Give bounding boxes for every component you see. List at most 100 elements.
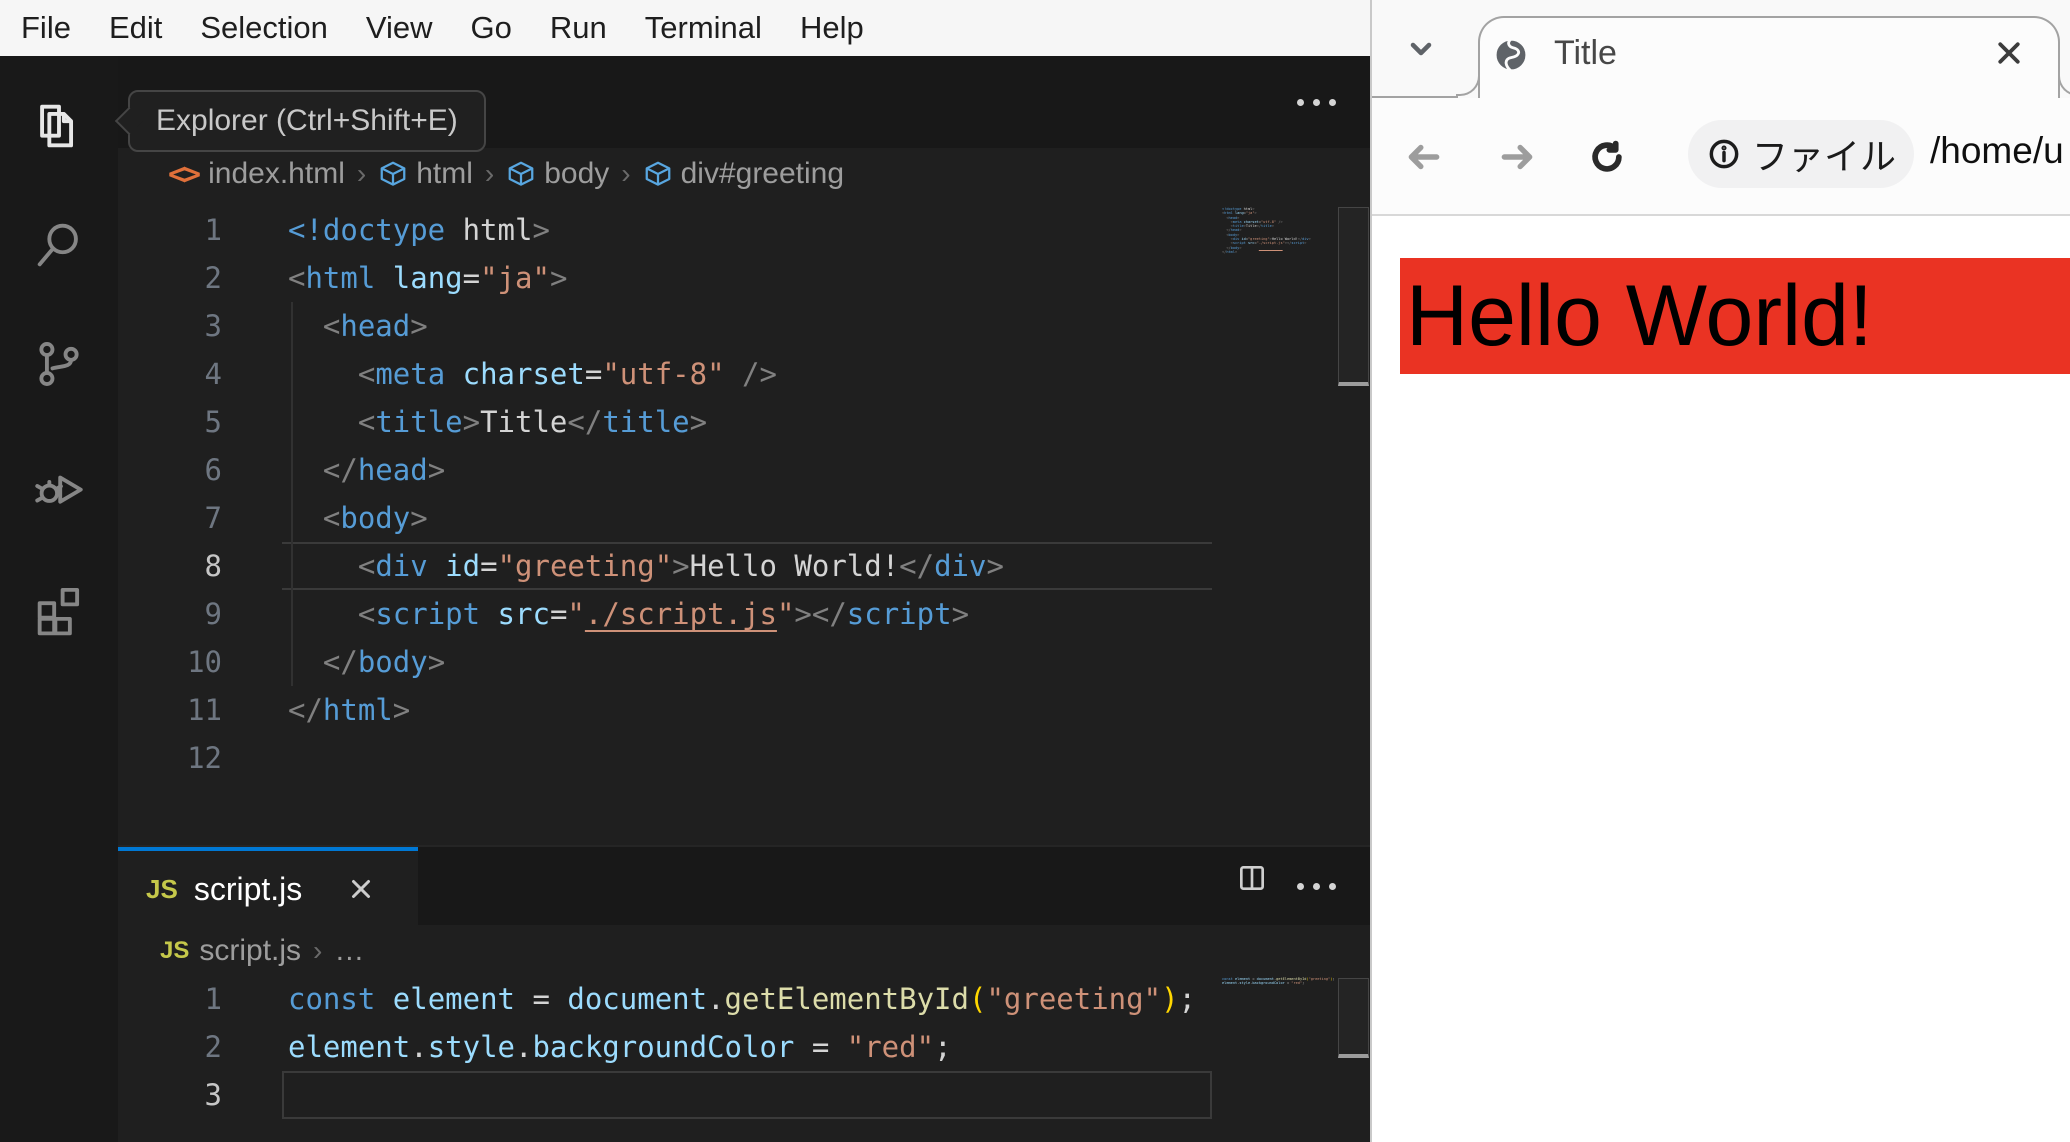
menu-go[interactable]: Go (452, 0, 531, 56)
code-line[interactable]: <div id="greeting">Hello World!</div> (288, 542, 1004, 590)
browser-window: Title ファイル /home/u Hello World! (1370, 0, 2070, 1142)
tab-curve (1456, 76, 1480, 96)
line-number[interactable]: 2 (118, 1023, 222, 1071)
line-number-gutter[interactable]: 1 2 3 4 5 6 7 8 9 10 11 12 (118, 206, 222, 782)
extensions-icon[interactable] (30, 579, 88, 637)
line-number[interactable]: 9 (118, 590, 222, 638)
code-line[interactable]: element.style.backgroundColor = "red"; (288, 1023, 1196, 1071)
breadcrumb-separator: › (356, 158, 367, 189)
run-and-debug-icon[interactable] (30, 457, 88, 515)
menu-help[interactable]: Help (781, 0, 883, 56)
line-number[interactable]: 12 (118, 734, 222, 782)
browser-tab-strip: Title (1372, 0, 2070, 98)
vscode-window: File Edit Selection View Go Run Terminal… (0, 0, 1370, 1142)
tab-label: script.js (193, 870, 303, 907)
reload-icon[interactable] (1588, 138, 1626, 176)
back-icon[interactable] (1405, 138, 1443, 176)
code-area[interactable]: const element = document.getElementById(… (288, 975, 1196, 1119)
breadcrumb-segment[interactable]: body (544, 157, 609, 191)
tab-close-icon[interactable] (346, 874, 376, 904)
js-file-icon: JS (160, 937, 190, 964)
line-number[interactable]: 2 (118, 254, 222, 302)
line-number[interactable]: 7 (118, 494, 222, 542)
line-number[interactable]: 1 (118, 206, 222, 254)
menu-file[interactable]: File (2, 0, 90, 56)
symbol-cube-icon (643, 159, 673, 189)
symbol-cube-icon (378, 159, 408, 189)
symbol-cube-icon (506, 159, 536, 189)
search-icon[interactable] (30, 216, 88, 274)
menu-view[interactable]: View (347, 0, 452, 56)
code-line[interactable]: <html lang="ja"> (288, 254, 1004, 302)
editor-js[interactable]: 123 const element = document.getElementB… (118, 975, 1370, 1142)
forward-icon[interactable] (1498, 138, 1536, 176)
line-number[interactable]: 8 (118, 542, 222, 590)
split-editor-icon[interactable] (1236, 862, 1268, 894)
breadcrumb-separator: › (621, 158, 631, 189)
line-number[interactable]: 1 (118, 975, 222, 1023)
scrollbar-slider[interactable] (1338, 978, 1369, 1058)
minimap-line[interactable] (1222, 254, 1338, 258)
breadcrumb-file[interactable]: script.js (199, 934, 301, 968)
line-number[interactable]: 3 (118, 1071, 222, 1119)
site-info-chip[interactable]: ファイル (1688, 120, 1914, 188)
menu-bar: File Edit Selection View Go Run Terminal… (0, 0, 1370, 56)
address-bar-url[interactable]: /home/u (1930, 130, 2064, 172)
code-line[interactable]: <meta charset="utf-8" /> (288, 350, 1004, 398)
js-file-icon: JS (146, 873, 178, 904)
breadcrumb-segment[interactable]: div#greeting (681, 157, 844, 191)
source-control-icon[interactable] (30, 335, 88, 393)
code-line[interactable]: const element = document.getElementById(… (288, 975, 1196, 1023)
breadcrumb-separator: › (313, 935, 323, 966)
minimap-line[interactable] (1222, 986, 1338, 990)
globe-icon (1492, 36, 1530, 74)
code-line[interactable]: <title>Title</title> (288, 398, 1004, 446)
code-line[interactable]: </head> (288, 446, 1004, 494)
browser-page: Hello World! (1372, 218, 2070, 1142)
code-line[interactable] (288, 734, 1004, 782)
tab-script-js[interactable]: JS script.js (118, 847, 418, 927)
browser-tab-title: Title (1554, 34, 1617, 72)
code-line[interactable] (288, 1071, 1196, 1119)
scrollbar-slider[interactable] (1338, 207, 1369, 386)
breadcrumb-more[interactable]: … (334, 934, 364, 968)
activity-bar (0, 56, 118, 1142)
breadcrumb-segment[interactable]: html (416, 157, 473, 191)
tab-search-chevron-icon[interactable] (1405, 33, 1437, 65)
line-number-gutter[interactable]: 123 (118, 975, 222, 1119)
minimap[interactable]: <!doctype html> <html lang="ja"> <head> <… (1222, 207, 1338, 259)
menu-selection[interactable]: Selection (181, 0, 347, 56)
line-number[interactable]: 5 (118, 398, 222, 446)
menu-terminal[interactable]: Terminal (626, 0, 781, 56)
breadcrumb-js: JS script.js › … (118, 925, 1370, 977)
menu-run[interactable]: Run (531, 0, 626, 56)
code-line[interactable]: <body> (288, 494, 1004, 542)
code-line[interactable]: <head> (288, 302, 1004, 350)
editor-tab-bar-bottom: JS script.js (118, 845, 1370, 927)
menu-edit[interactable]: Edit (90, 0, 181, 56)
code-line[interactable]: <!doctype html> (288, 206, 1004, 254)
explorer-tooltip: Explorer (Ctrl+Shift+E) (128, 90, 486, 152)
tab-close-icon[interactable] (1994, 38, 2024, 68)
site-chip-label: ファイル (1752, 137, 1897, 178)
editor-actions-more-icon[interactable] (1297, 99, 1336, 106)
line-number[interactable]: 3 (118, 302, 222, 350)
editor-html[interactable]: 1 2 3 4 5 6 7 8 9 10 11 12 <!doctype html> <html lan… (118, 200, 1370, 843)
greeting-div: Hello World! (1400, 258, 2070, 374)
minimap[interactable]: const element = document.getElementById(… (1222, 977, 1338, 990)
line-number[interactable]: 4 (118, 350, 222, 398)
code-area[interactable]: <!doctype html> <html lang="ja"> <head> <… (288, 206, 1004, 782)
hello-world-text: Hello World! (1406, 267, 1873, 364)
code-line[interactable]: <script src="./script.js"></script> (288, 590, 1004, 638)
code-line[interactable]: </body> (288, 638, 1004, 686)
line-number[interactable]: 10 (118, 638, 222, 686)
breadcrumb: <> index.html › html › body › div#greeti… (118, 148, 1370, 200)
info-icon (1708, 138, 1740, 170)
breadcrumb-file[interactable]: index.html (208, 157, 345, 191)
tooltip-text: Explorer (Ctrl+Shift+E) (156, 104, 458, 137)
line-number[interactable]: 11 (118, 686, 222, 734)
code-line[interactable]: </html> (288, 686, 1004, 734)
line-number[interactable]: 6 (118, 446, 222, 494)
explorer-icon[interactable] (30, 97, 88, 155)
editor-actions-more-icon[interactable] (1297, 883, 1336, 890)
